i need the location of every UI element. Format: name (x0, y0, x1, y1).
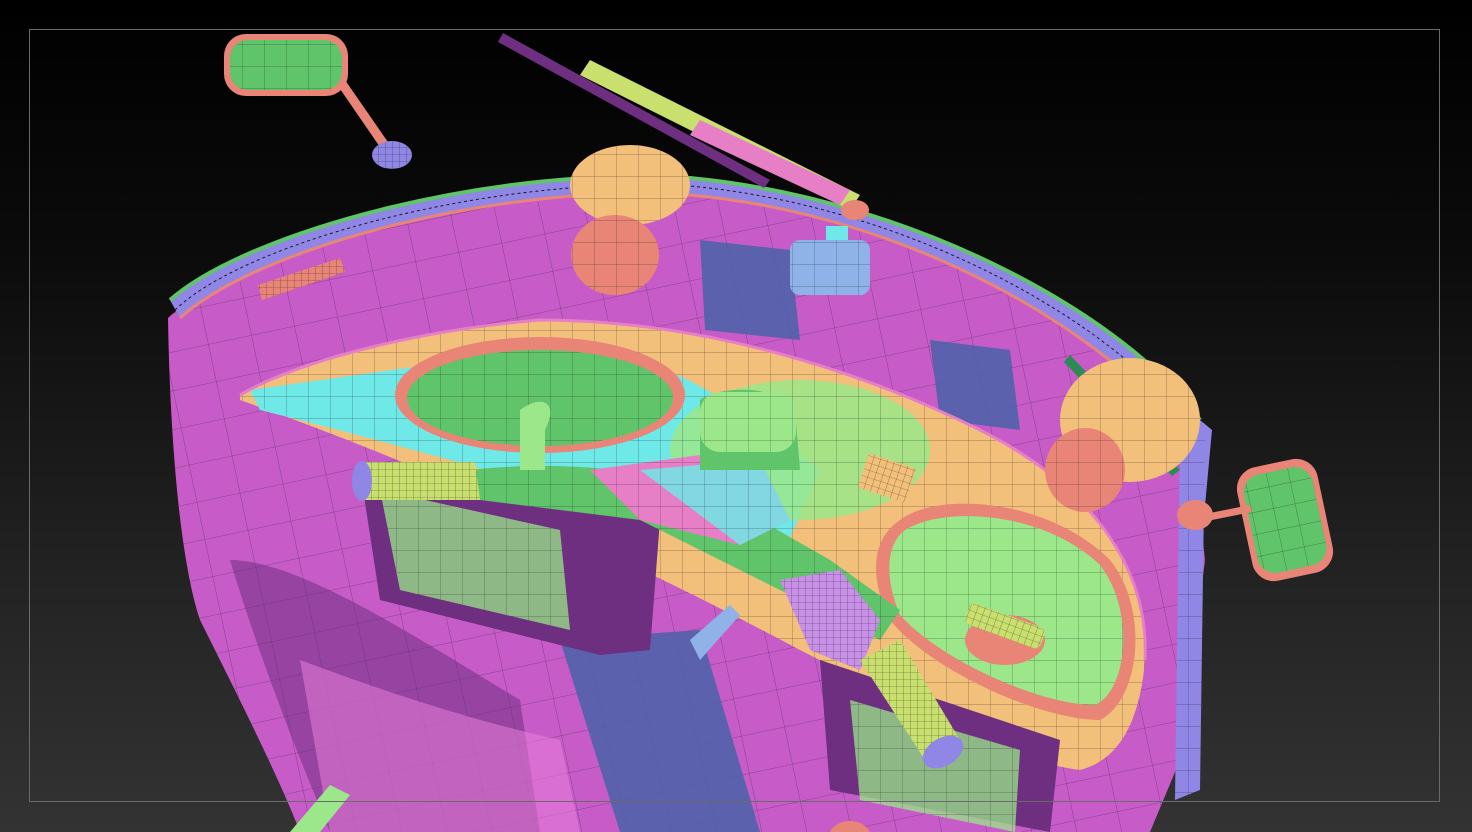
left-mirror (224, 34, 412, 169)
tire-top (570, 145, 690, 225)
scooter-model-render (168, 33, 1334, 832)
right-horn (1045, 428, 1125, 512)
left-grip (352, 461, 480, 501)
speedometer-pod (700, 389, 800, 470)
left-horn (571, 215, 659, 295)
zbrush-viewport[interactable] (0, 0, 1472, 832)
